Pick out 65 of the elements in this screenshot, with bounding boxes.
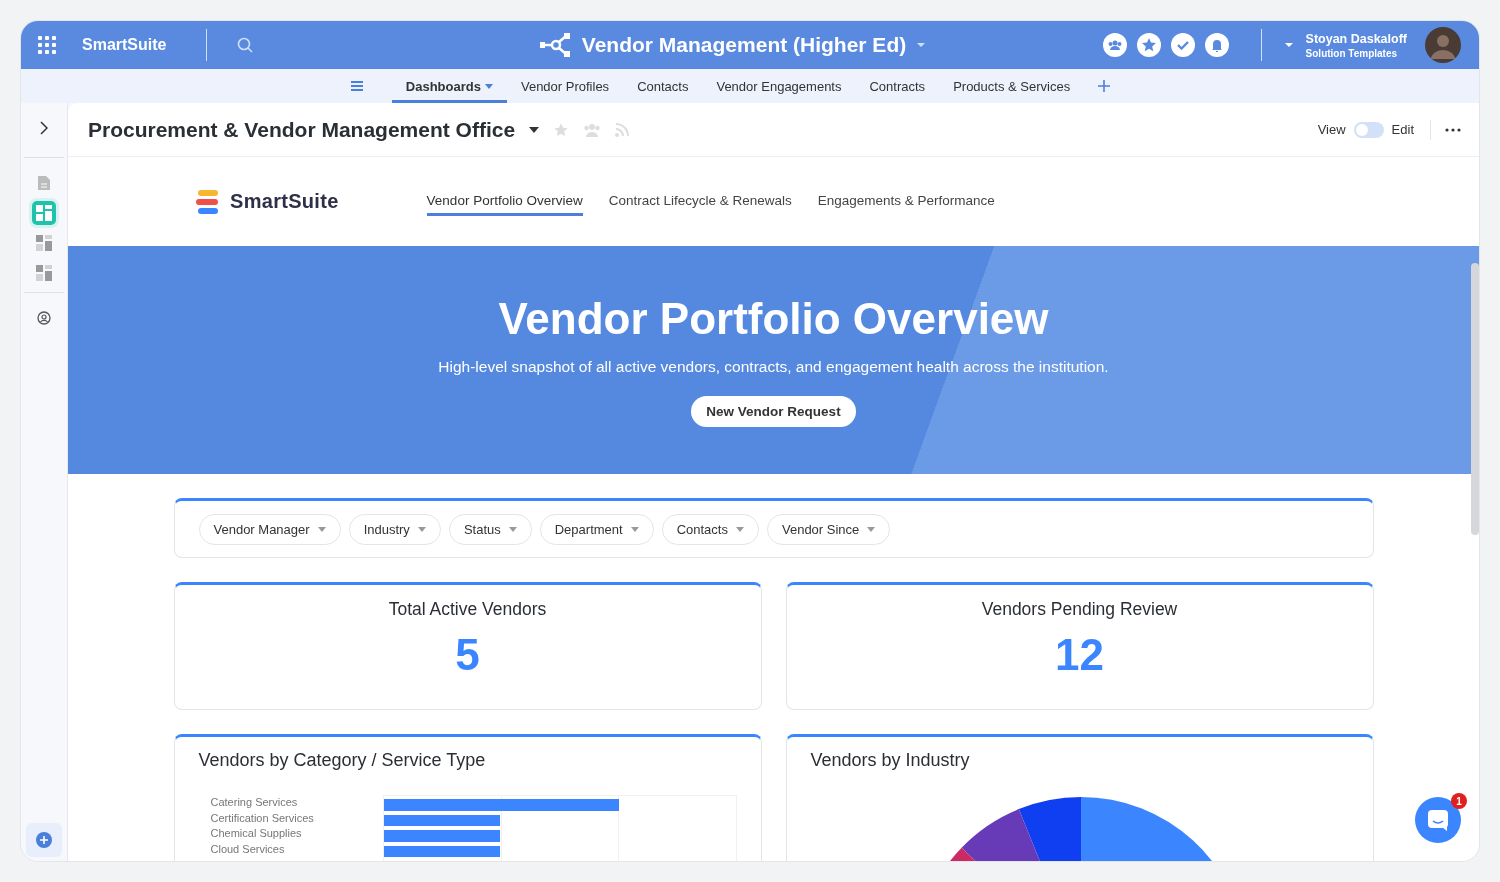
chart-title: Vendors by Category / Service Type: [198, 750, 487, 771]
caret-icon: [484, 83, 493, 89]
tab[interactable]: Vendor Profiles: [506, 69, 624, 103]
chevron-right-icon[interactable]: [40, 121, 48, 135]
category-label: Certification Services: [210, 810, 315, 826]
hero-title: Vendor Portfolio Overview: [498, 294, 1049, 344]
more-icon[interactable]: [1445, 127, 1461, 132]
menu-icon[interactable]: [349, 80, 364, 92]
tab[interactable]: Contacts: [623, 69, 703, 103]
filter-dropdown[interactable]: Status: [448, 513, 532, 545]
user-circle-icon[interactable]: [37, 311, 51, 325]
metric-label: Vendors Pending Review: [981, 599, 1178, 620]
filter-dropdown[interactable]: Industry: [348, 513, 441, 545]
chat-button[interactable]: [1415, 797, 1461, 843]
category-label: Chemical Supplies: [210, 826, 303, 841]
filter-dropdown[interactable]: Vendor Since: [766, 513, 891, 545]
caret-icon: [417, 526, 426, 532]
star-icon[interactable]: [553, 121, 570, 138]
filter-dropdown[interactable]: Department: [539, 513, 654, 545]
metric-label: Total Active Vendors: [388, 599, 547, 620]
search-icon[interactable]: [237, 37, 254, 53]
bell-icon[interactable]: [1204, 33, 1229, 57]
caret-icon: [317, 526, 326, 532]
add-button[interactable]: [26, 823, 62, 857]
tab[interactable]: Contracts: [855, 69, 940, 103]
apps-grid-icon[interactable]: [38, 36, 56, 54]
check-icon[interactable]: [1170, 33, 1195, 57]
scrollbar[interactable]: [1471, 263, 1479, 535]
mode-toggle[interactable]: [1353, 121, 1384, 138]
app-name: SmartSuite: [82, 36, 167, 54]
user-subtitle: Solution Templates: [1305, 47, 1399, 59]
view-label: View: [1317, 122, 1346, 137]
user-name: Stoyan Daskaloff: [1305, 31, 1407, 46]
avatar[interactable]: [1425, 27, 1461, 63]
chart-title: Vendors by Industry: [810, 750, 971, 771]
network-icon: [539, 33, 572, 57]
caret-icon: [630, 526, 639, 532]
filter-dropdown[interactable]: Contacts: [661, 513, 759, 545]
caret-icon: [735, 526, 744, 532]
metric-value: 12: [1055, 630, 1104, 680]
dashboard-tab[interactable]: Contract Lifecycle & Renewals: [608, 187, 792, 216]
dashboard-tab[interactable]: Vendor Portfolio Overview: [426, 187, 583, 216]
edit-label: Edit: [1391, 122, 1414, 137]
category-label: Cloud Services: [210, 841, 286, 857]
caret-icon: [867, 526, 876, 532]
caret-icon: [508, 526, 517, 532]
hero-subtitle: High-level snapshot of all active vendors, contracts, and engagement health across the institution.: [438, 358, 1109, 376]
brand-name: SmartSuite: [230, 190, 339, 213]
category-label: Catering Services: [210, 795, 299, 810]
plus-circle-icon: [36, 832, 52, 848]
notification-badge: 1: [1451, 793, 1467, 809]
metric-value: 5: [455, 630, 480, 680]
page-title: Procurement & Vendor Management Office: [88, 117, 516, 142]
filter-dropdown[interactable]: Vendor Manager: [198, 513, 341, 545]
dashboard-tab[interactable]: Engagements & Performance: [817, 187, 995, 216]
dashboard-icon[interactable]: [32, 201, 56, 225]
caret-icon[interactable]: [529, 126, 540, 133]
chat-icon: [1426, 808, 1450, 832]
tab[interactable]: Vendor Engagements: [702, 69, 856, 103]
new-vendor-button[interactable]: New Vendor Request: [691, 396, 856, 427]
tab[interactable]: Products & Services: [939, 69, 1085, 103]
document-icon[interactable]: [38, 176, 50, 190]
people-icon[interactable]: [1102, 33, 1127, 57]
add-icon[interactable]: [1098, 80, 1111, 92]
logo-icon: [196, 189, 218, 214]
